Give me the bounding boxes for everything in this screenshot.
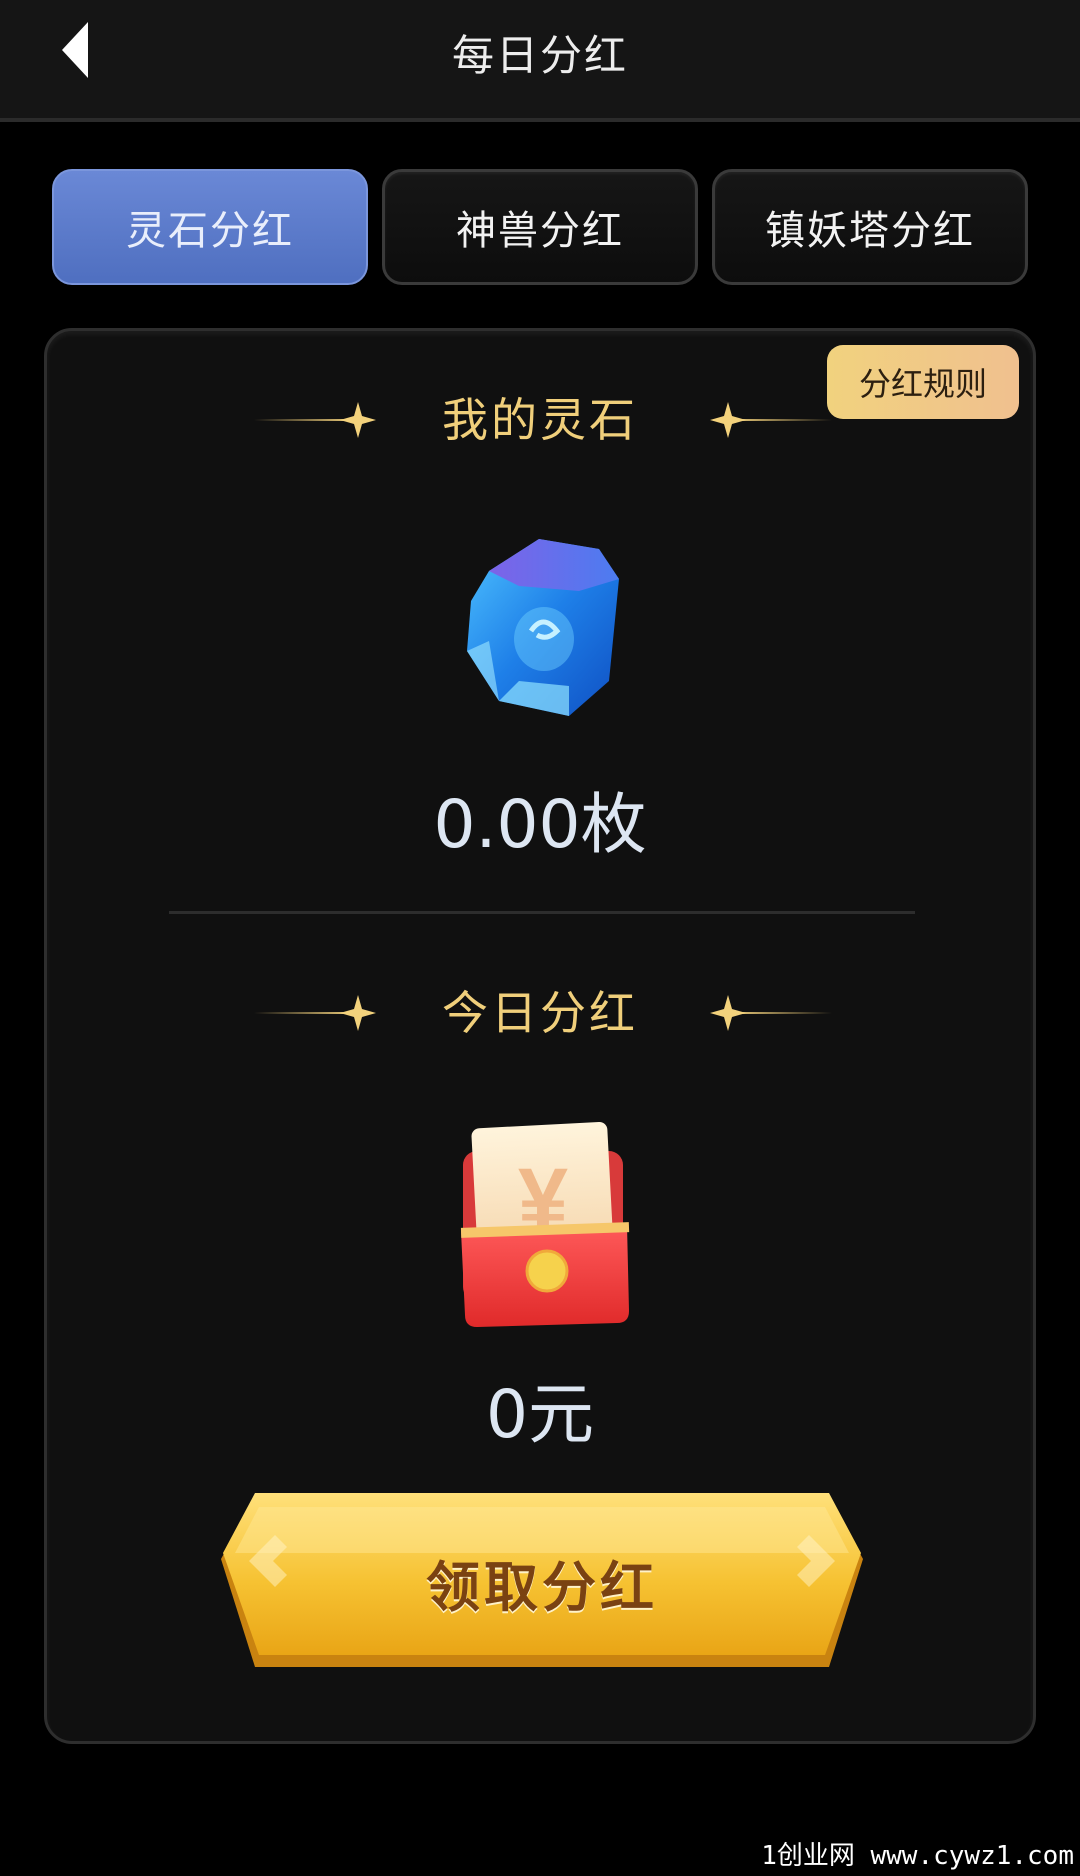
my-stones-header: 我的灵石 [47, 390, 1033, 450]
header-bar: 每日分红 [0, 0, 1080, 122]
red-envelope-yuan-icon: ¥ [460, 1121, 630, 1327]
today-dividend-title: 今日分红 [442, 986, 638, 1040]
divider [169, 911, 915, 914]
watermark-text: 1创业网 www.cywz1.com [761, 1835, 1074, 1872]
my-stones-title: 我的灵石 [442, 393, 638, 447]
sparkle-line-right-icon [710, 402, 832, 438]
dividend-card: 分红规则 我的灵石 0.00枚 今日分红 ¥ 0元 领取分红 [44, 328, 1036, 1744]
claim-button-label: 领取分红 [426, 1556, 658, 1619]
sparkle-line-right-icon [710, 995, 832, 1031]
tab-zhenyaota-dividend[interactable]: 镇妖塔分红 [712, 169, 1028, 285]
today-dividend-amount: 0元 [486, 1376, 594, 1453]
tab-shenshou-dividend[interactable]: 神兽分红 [382, 169, 698, 285]
blue-gem-icon [467, 539, 619, 716]
today-dividend-header: 今日分红 [47, 983, 1033, 1043]
tab-lingshi-dividend[interactable]: 灵石分红 [52, 169, 368, 285]
stone-balance: 0.00枚 [433, 786, 647, 863]
page: 每日分红 灵石分红 神兽分红 镇妖塔分红 分红规则 我的灵石 0.00枚 今日分… [0, 0, 1080, 1876]
claim-dividend-button[interactable]: 领取分红 [219, 1491, 865, 1671]
page-title: 每日分红 [451, 31, 628, 80]
